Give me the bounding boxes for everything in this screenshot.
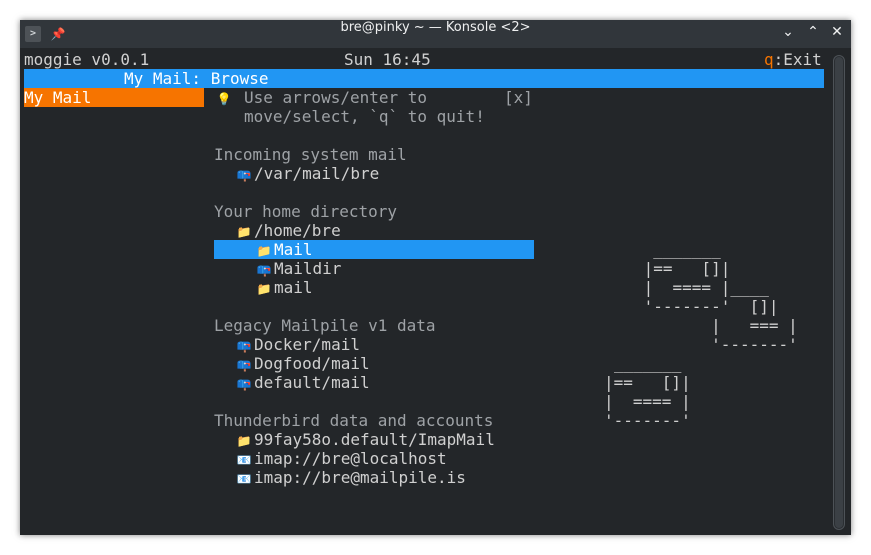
ascii-line: | ==== |: [604, 392, 691, 411]
list-item-selected[interactable]: 📁 Mail: [254, 240, 313, 259]
section-title: Your home directory: [214, 202, 398, 221]
tip-line-2: move/select, `q` to quit!: [244, 107, 485, 126]
app-version: moggie v0.0.1: [24, 50, 150, 69]
section-title: Thunderbird data and accounts: [214, 411, 494, 430]
ascii-line: _______: [614, 354, 682, 373]
tip-close-button[interactable]: [x]: [504, 88, 533, 107]
ascii-line: _______: [634, 240, 721, 259]
ascii-line: '-------' []|: [634, 297, 779, 316]
maximize-button[interactable]: ⌃: [803, 24, 823, 44]
quit-key: q: [764, 50, 774, 69]
clock: Sun 16:45: [344, 50, 431, 69]
list-item[interactable]: 📪 Maildir: [254, 259, 342, 278]
scrollbar[interactable]: [833, 55, 845, 530]
list-item[interactable]: 📪 Docker/mail: [234, 335, 360, 354]
list-item[interactable]: 📪/var/mail/bre: [234, 164, 380, 183]
ascii-line: |== []|: [634, 259, 731, 278]
section-title: Incoming system mail: [214, 145, 407, 164]
terminal-screen[interactable]: moggie v0.0.1 Sun 16:45 q:Exit My Mail: …: [24, 50, 824, 530]
section-title: Legacy Mailpile v1 data: [214, 316, 436, 335]
list-item[interactable]: 📁 mail: [254, 278, 313, 297]
status-line: moggie v0.0.1 Sun 16:45 q:Exit: [24, 50, 824, 69]
ascii-line: '-------': [634, 335, 798, 354]
folder-icon: 📁: [256, 282, 272, 296]
list-item[interactable]: 📧 imap://bre@mailpile.is: [234, 468, 466, 487]
list-item[interactable]: 📧 imap://bre@localhost: [234, 449, 447, 468]
title-bar: > 📌 bre@pinky ~ — Konsole <2> ⌄ ⌃ ✕: [20, 20, 851, 48]
ascii-line: |== []|: [604, 373, 691, 392]
list-item[interactable]: 📪 Dogfood/mail: [234, 354, 370, 373]
scrollbar-thumb[interactable]: [835, 57, 843, 528]
list-item[interactable]: 📁/home/bre: [234, 221, 341, 240]
window-title: bre@pinky ~ — Konsole <2>: [340, 20, 531, 35]
mailbox-icon: 📪: [236, 377, 252, 391]
ascii-line: | === |: [634, 316, 798, 335]
lightbulb-icon: 💡: [216, 92, 232, 106]
close-button[interactable]: ✕: [827, 24, 847, 44]
quit-label: :Exit: [773, 50, 822, 69]
minimize-button[interactable]: ⌄: [778, 24, 798, 44]
list-item[interactable]: 📁 99fay58o.default/ImapMail: [234, 430, 495, 449]
ascii-line: '-------': [604, 411, 691, 430]
page-title: My Mail: Browse: [124, 69, 269, 88]
mailbox-icon: 📪: [236, 168, 252, 182]
konsole-window: > 📌 bre@pinky ~ — Konsole <2> ⌄ ⌃ ✕ mogg…: [20, 20, 851, 535]
tip-line-1: 💡 Use arrows/enter to: [214, 88, 428, 107]
ascii-line: | ==== |____: [634, 278, 769, 297]
envelope-icon: 📧: [236, 472, 252, 486]
list-item[interactable]: 📪 default/mail: [234, 373, 370, 392]
quit-shortcut[interactable]: q:Exit: [764, 50, 822, 69]
sidebar-item-label: My Mail: [24, 88, 92, 107]
